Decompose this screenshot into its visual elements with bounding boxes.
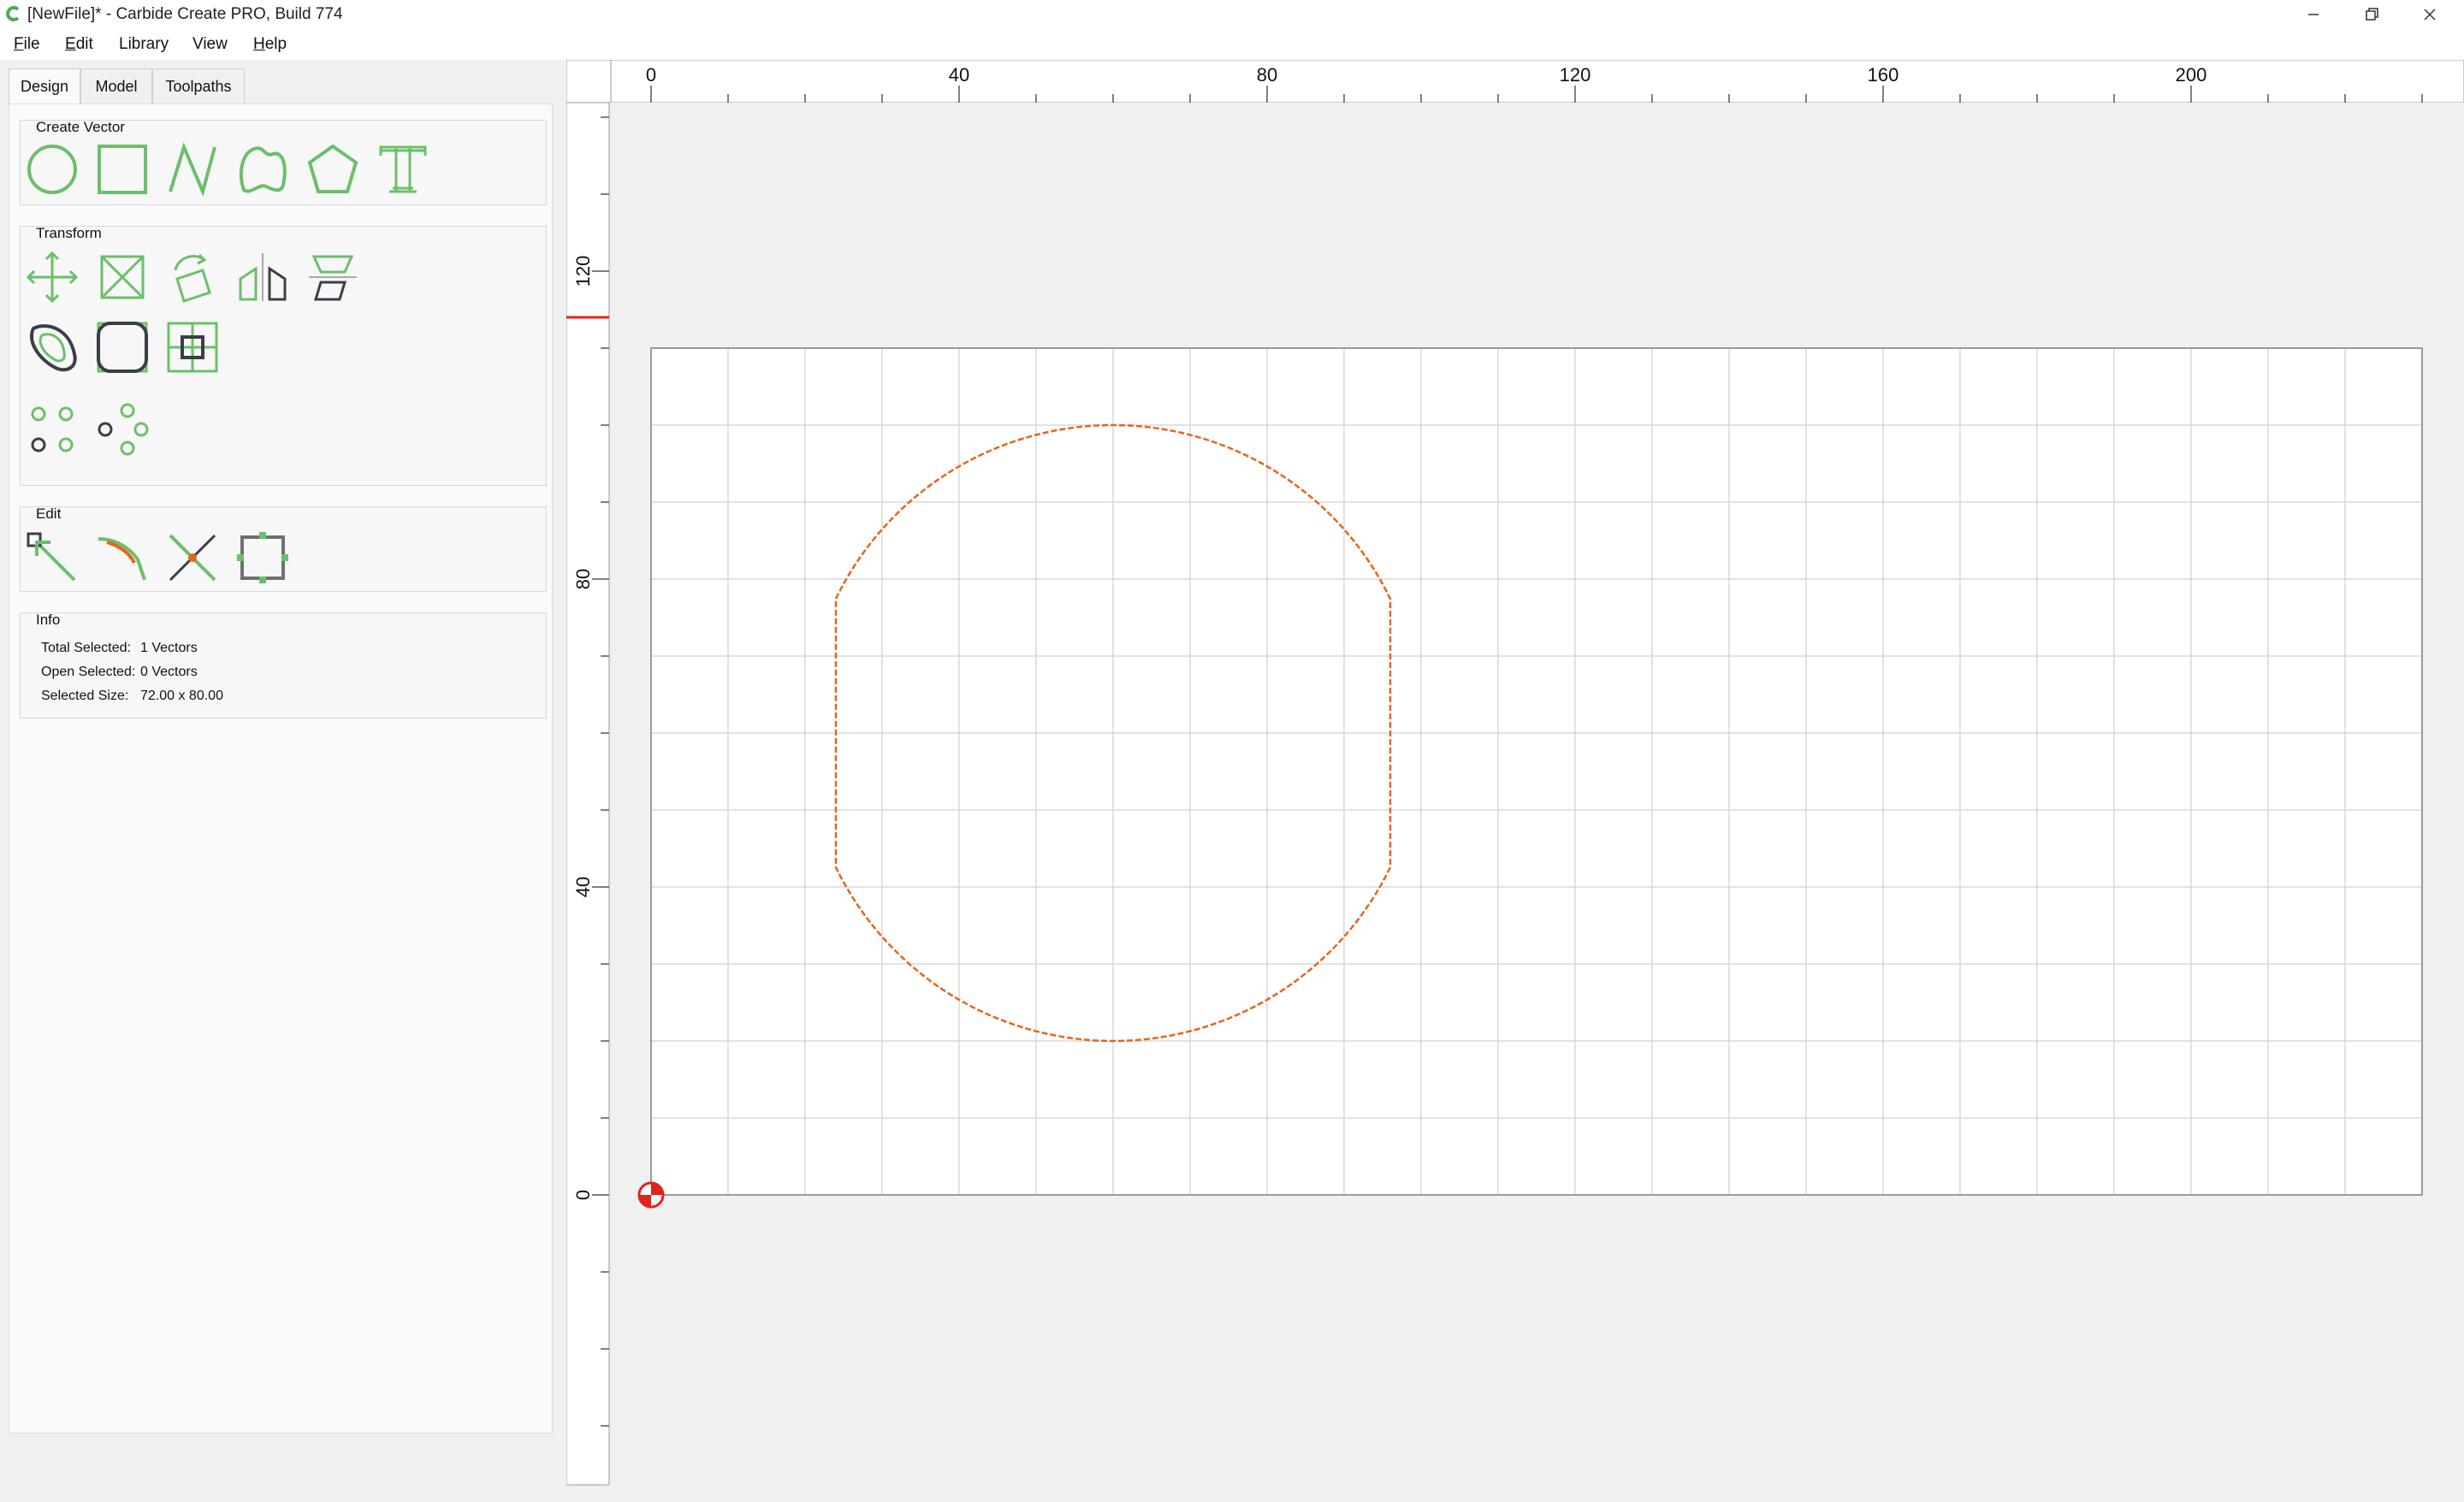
ruler-label-x: 0 — [646, 64, 656, 86]
align-tool-button[interactable] — [301, 245, 364, 309]
grid-array-tool-button[interactable] — [21, 398, 84, 461]
window-title: [NewFile]* - Carbide Create PRO, Build 7… — [27, 5, 343, 23]
bounding-box-icon — [237, 532, 288, 583]
ruler-corner — [566, 60, 612, 103]
trim-icon — [98, 537, 146, 581]
polygon-icon — [307, 144, 358, 193]
total-selected-value: 1 Vectors — [140, 641, 198, 655]
node-edit-tool-button[interactable] — [21, 526, 84, 589]
polyline-icon — [169, 142, 216, 197]
offset-icon — [30, 324, 77, 372]
ruler-label-y: 40 — [572, 877, 594, 897]
circle-tool-button[interactable] — [21, 138, 84, 201]
circular-array-icon — [98, 403, 149, 456]
join-tool-button[interactable] — [161, 526, 224, 589]
fillet-tool-button[interactable] — [91, 316, 154, 379]
move-icon — [26, 251, 79, 304]
join-icon — [169, 534, 216, 582]
design-panel: Create Vector Transform Edit Info Total … — [9, 103, 553, 1434]
create-vector-title: Create Vector — [36, 119, 125, 135]
selected-size-label: Selected Size: — [41, 689, 129, 703]
app-logo-icon — [6, 6, 20, 21]
ruler-label-y: 80 — [572, 569, 594, 589]
edit-title: Edit — [36, 506, 62, 522]
circle-icon — [27, 145, 77, 194]
info-title: Info — [36, 612, 61, 628]
create-vector-group: Create Vector — [20, 119, 547, 205]
transform-group: Transform — [20, 225, 547, 486]
ruler-label-y: 120 — [572, 256, 594, 287]
close-icon — [2424, 9, 2436, 21]
menu-view[interactable]: View — [192, 35, 228, 54]
polyline-tool-button[interactable] — [161, 138, 224, 201]
ruler-label-x: 120 — [1560, 64, 1591, 86]
rotate-icon — [174, 253, 211, 303]
left-panel: Design Model Toolpaths Create Vector Tra… — [0, 60, 565, 1478]
restore-button[interactable] — [2343, 0, 2401, 29]
align-icon — [309, 255, 357, 301]
tab-design[interactable]: Design — [9, 68, 80, 105]
drawing-canvas[interactable] — [611, 103, 2464, 1478]
canvas-area[interactable]: 0 40 80 120 160 200 0 40 80 120 — [566, 60, 2464, 1486]
open-selected-value: 0 Vectors — [140, 665, 198, 679]
curve-icon — [239, 146, 287, 193]
open-selected-row: Open Selected: 0 Vectors — [41, 665, 198, 680]
boolean-icon — [167, 322, 218, 373]
text-icon — [379, 145, 427, 193]
polygon-tool-button[interactable] — [301, 138, 364, 201]
transform-title: Transform — [36, 225, 102, 241]
trim-tool-button[interactable] — [91, 526, 154, 589]
minimize-icon — [2308, 14, 2319, 15]
scale-icon — [100, 255, 145, 299]
horizontal-ruler[interactable]: 0 40 80 120 160 200 — [566, 60, 2464, 103]
fillet-icon — [97, 322, 148, 373]
mirror-tool-button[interactable] — [231, 245, 294, 309]
move-tool-button[interactable] — [21, 245, 84, 309]
node-edit-icon — [27, 532, 76, 582]
vertical-ruler[interactable]: 0 40 80 120 — [566, 103, 611, 1502]
title-bar: [NewFile]* - Carbide Create PRO, Build 7… — [0, 0, 2464, 29]
selected-size-value: 72.00 x 80.00 — [140, 689, 223, 703]
rectangle-icon — [98, 145, 147, 194]
open-selected-label: Open Selected: — [41, 665, 136, 679]
tab-model[interactable]: Model — [80, 68, 152, 103]
curve-tool-button[interactable] — [231, 138, 294, 201]
restore-icon — [2366, 8, 2378, 21]
tab-toolpaths[interactable]: Toolpaths — [152, 68, 245, 103]
stock-area[interactable] — [651, 348, 2422, 1195]
ruler-label-y: 0 — [572, 1190, 594, 1200]
grid-array-icon — [31, 406, 74, 452]
ruler-label-x: 200 — [2176, 64, 2207, 86]
close-button[interactable] — [2401, 0, 2459, 29]
scale-tool-button[interactable] — [91, 245, 154, 309]
mirror-icon — [239, 253, 287, 301]
menu-help[interactable]: Help — [253, 35, 287, 54]
ruler-label-x: 160 — [1868, 64, 1899, 86]
offset-tool-button[interactable] — [21, 316, 84, 379]
bounding-box-tool-button[interactable] — [231, 526, 294, 589]
origin-marker-icon — [637, 1181, 665, 1209]
ruler-label-x: 40 — [949, 64, 969, 86]
rectangle-tool-button[interactable] — [91, 138, 154, 201]
total-selected-row: Total Selected: 1 Vectors — [41, 641, 198, 656]
circular-array-tool-button[interactable] — [91, 398, 154, 461]
ruler-label-x: 80 — [1257, 64, 1277, 86]
total-selected-label: Total Selected: — [41, 641, 131, 655]
selected-size-row: Selected Size: 72.00 x 80.00 — [41, 689, 223, 704]
menu-file[interactable]: File — [14, 35, 40, 54]
boolean-tool-button[interactable] — [161, 316, 224, 379]
edit-group: Edit — [20, 506, 547, 592]
text-tool-button[interactable] — [371, 138, 435, 201]
minimize-button[interactable] — [2284, 0, 2343, 29]
menu-bar: File Edit Library View Help — [0, 29, 2464, 60]
rotate-tool-button[interactable] — [161, 245, 224, 309]
vertical-ruler-background — [566, 103, 610, 1486]
menu-edit[interactable]: Edit — [65, 35, 93, 54]
menu-library[interactable]: Library — [119, 35, 169, 54]
info-group: Info Total Selected: 1 Vectors Open Sele… — [20, 612, 547, 718]
